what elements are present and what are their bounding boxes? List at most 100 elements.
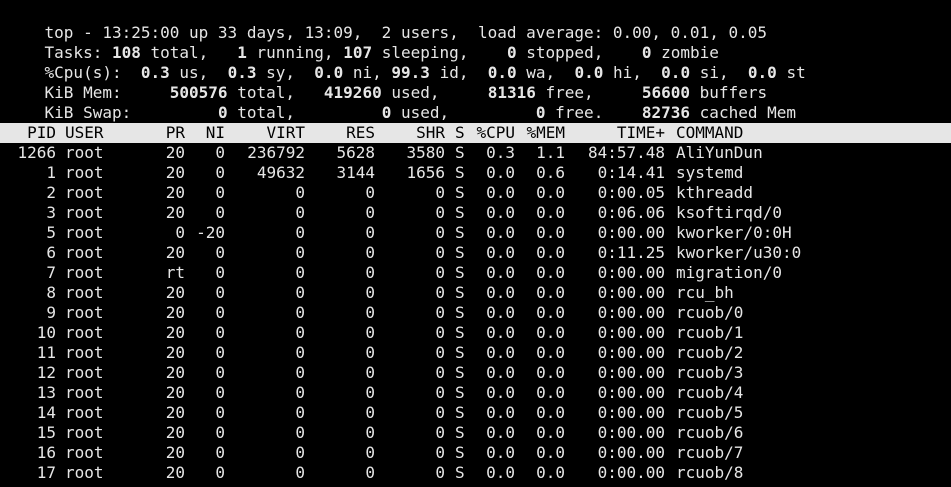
process-cell-shr: 0 — [435, 263, 445, 282]
process-cell-ni: 0 — [215, 403, 225, 422]
process-cell-virt: 0 — [295, 343, 305, 362]
process-cell-pr: 20 — [165, 443, 185, 462]
process-cell-cpu: 0.0 — [486, 383, 515, 402]
process-cell-command: migration/0 — [676, 263, 782, 282]
process-cell-s: S — [455, 423, 465, 442]
process-cell-mem: 0.0 — [536, 303, 565, 322]
process-cell-ni: 0 — [215, 303, 225, 322]
process-cell-user: root — [65, 183, 104, 202]
process-row: 1266 root 20 0 236792 5628 3580 S 0.3 1.1 84:57.48… — [0, 143, 951, 163]
swap-used-label: used, — [401, 103, 450, 122]
process-row: 9 root 20 0 0 0 0 S 0.0 0.0 0:00.00 rcuob/0 — [0, 303, 951, 323]
process-cell-ni: 0 — [215, 203, 225, 222]
process-cell-shr: 0 — [435, 463, 445, 482]
process-cell-user: root — [65, 223, 104, 242]
process-cell-user: root — [65, 283, 104, 302]
process-cell-mem: 0.0 — [536, 423, 565, 442]
process-cell-command: rcuob/5 — [676, 403, 744, 422]
process-cell-time: 0:00.00 — [597, 263, 665, 282]
process-cell-shr: 0 — [435, 343, 445, 362]
process-cell-pr: 20 — [165, 423, 185, 442]
process-cell-ni: -20 — [196, 223, 225, 242]
process-cell-ni: 0 — [215, 463, 225, 482]
column-header-cpu[interactable]: %CPU — [474, 123, 515, 143]
process-cell-ni: 0 — [215, 143, 225, 162]
process-cell-virt: 0 — [295, 243, 305, 262]
column-header-ni[interactable]: NI — [194, 123, 225, 143]
process-cell-command: rcuob/2 — [676, 343, 744, 362]
column-header-pid[interactable]: PID — [14, 123, 56, 143]
column-header-user[interactable]: USER — [65, 123, 125, 143]
process-cell-user: root — [65, 163, 104, 182]
process-cell-virt: 0 — [295, 283, 305, 302]
process-cell-shr: 0 — [435, 423, 445, 442]
process-cell-cpu: 0.0 — [486, 303, 515, 322]
process-cell-ni: 0 — [215, 363, 225, 382]
process-cell-virt: 0 — [295, 363, 305, 382]
swap-label: KiB Swap: — [44, 103, 132, 122]
process-cell-s: S — [455, 443, 465, 462]
process-cell-res: 0 — [365, 403, 375, 422]
column-header-pr[interactable]: PR — [160, 123, 185, 143]
process-cell-command: rcuob/1 — [676, 323, 744, 342]
column-header-mem[interactable]: %MEM — [524, 123, 565, 143]
process-cell-shr: 0 — [435, 403, 445, 422]
column-header-virt[interactable]: VIRT — [240, 123, 305, 143]
process-cell-ni: 0 — [215, 443, 225, 462]
process-cell-pid: 8 — [46, 283, 56, 302]
process-cell-time: 84:57.48 — [587, 143, 665, 162]
process-cell-pr: 20 — [165, 163, 185, 182]
process-row: 6 root 20 0 0 0 0 S 0.0 0.0 0:11.25 kworker/u30:0 — [0, 243, 951, 263]
column-header-time[interactable]: TIME+ — [580, 123, 665, 143]
uptime-load-line: top - 13:25:00 up 33 days, 13:09, 2 user… — [6, 3, 767, 42]
process-cell-cpu: 0.0 — [486, 283, 515, 302]
column-header-res[interactable]: RES — [320, 123, 375, 143]
process-cell-virt: 0 — [295, 303, 305, 322]
process-row: 8 root 20 0 0 0 0 S 0.0 0.0 0:00.00 rcu_bh — [0, 283, 951, 303]
process-cell-pid: 12 — [36, 363, 56, 382]
process-cell-res: 0 — [365, 323, 375, 342]
process-cell-cpu: 0.0 — [486, 203, 515, 222]
process-cell-user: root — [65, 303, 104, 322]
terminal-window[interactable]: top - 13:25:00 up 33 days, 13:09, 2 user… — [0, 0, 951, 487]
process-cell-time: 0:00.00 — [597, 463, 665, 482]
process-cell-ni: 0 — [215, 243, 225, 262]
process-cell-virt: 0 — [295, 223, 305, 242]
process-cell-shr: 3580 — [406, 143, 445, 162]
process-cell-pr: 20 — [165, 323, 185, 342]
process-cell-time: 0:00.00 — [597, 443, 665, 462]
process-cell-mem: 0.0 — [536, 383, 565, 402]
column-header-shr[interactable]: SHR — [390, 123, 445, 143]
process-cell-user: root — [65, 343, 104, 362]
process-cell-s: S — [455, 243, 465, 262]
process-row: 7 root rt 0 0 0 0 S 0.0 0.0 0:00.00 migration/0 — [0, 263, 951, 283]
column-header-command[interactable]: COMMAND — [676, 123, 946, 143]
process-cell-pr: 20 — [165, 343, 185, 362]
tasks-line: Tasks: 108 total, 1 running, 107 sleepin… — [6, 23, 719, 62]
process-cell-user: root — [65, 203, 104, 222]
process-cell-time: 0:11.25 — [597, 243, 665, 262]
process-cell-time: 0:14.41 — [597, 163, 665, 182]
process-cell-virt: 0 — [295, 383, 305, 402]
swap-line: KiB Swap: 0 total, 0 used, 0 free. 82736… — [6, 83, 796, 122]
process-cell-mem: 0.0 — [536, 363, 565, 382]
swap-total-value: 0 — [217, 103, 228, 122]
process-cell-cpu: 0.0 — [486, 183, 515, 202]
process-cell-time: 0:00.00 — [597, 383, 665, 402]
process-cell-pid: 2 — [46, 183, 56, 202]
process-cell-command: kworker/u30:0 — [676, 243, 802, 262]
column-header-s[interactable]: S — [455, 123, 467, 143]
process-cell-ni: 0 — [215, 163, 225, 182]
process-cell-mem: 0.0 — [536, 283, 565, 302]
swap-cached-value: 82736 — [641, 103, 691, 122]
process-cell-res: 0 — [365, 203, 375, 222]
process-cell-cpu: 0.0 — [486, 403, 515, 422]
process-cell-cpu: 0.0 — [486, 323, 515, 342]
process-cell-time: 0:00.00 — [597, 323, 665, 342]
process-cell-mem: 0.0 — [536, 403, 565, 422]
process-cell-command: rcuob/6 — [676, 423, 744, 442]
process-cell-command: rcuob/3 — [676, 363, 744, 382]
process-cell-virt: 236792 — [247, 143, 305, 162]
process-row: 13 root 20 0 0 0 0 S 0.0 0.0 0:00.00 rcuob/4 — [0, 383, 951, 403]
process-cell-cpu: 0.3 — [486, 143, 515, 162]
